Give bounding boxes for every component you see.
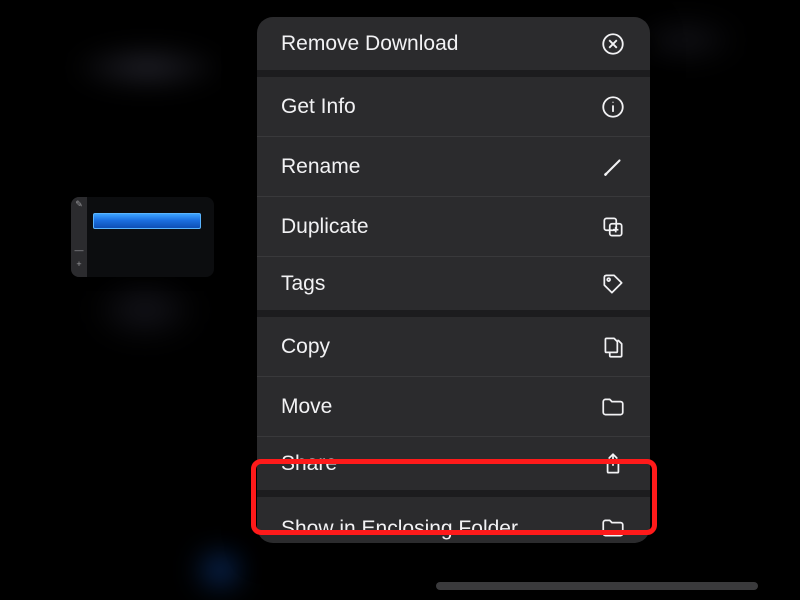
menu-item-show-enclosing-folder[interactable]: Show in Enclosing Folder (257, 497, 650, 543)
background-blur (90, 280, 200, 340)
menu-item-remove-download[interactable]: Remove Download (257, 17, 650, 77)
menu-item-label: Move (281, 395, 332, 419)
pencil-icon (600, 154, 626, 180)
menu-item-label: Share (281, 452, 337, 476)
context-menu: Remove Download Get Info Rename (257, 17, 650, 543)
file-thumbnail[interactable]: ✎ — + (71, 197, 214, 277)
thumbnail-marker: ✎ (71, 197, 87, 211)
thumbnail-marker: — (71, 243, 87, 257)
menu-item-label: Show in Enclosing Folder (281, 517, 518, 541)
remove-download-icon (600, 31, 626, 57)
info-icon (600, 94, 626, 120)
menu-item-share[interactable]: Share (257, 437, 650, 497)
menu-item-label: Duplicate (281, 215, 369, 239)
menu-item-label: Tags (281, 272, 325, 296)
duplicate-icon (600, 214, 626, 240)
audio-waveform-region (93, 213, 201, 229)
menu-item-get-info[interactable]: Get Info (257, 77, 650, 137)
menu-item-label: Get Info (281, 95, 356, 119)
menu-item-rename[interactable]: Rename (257, 137, 650, 197)
menu-item-label: Rename (281, 155, 360, 179)
menu-item-move[interactable]: Move (257, 377, 650, 437)
tag-icon (600, 271, 626, 297)
background-blur (70, 45, 225, 90)
menu-item-duplicate[interactable]: Duplicate (257, 197, 650, 257)
menu-item-label: Copy (281, 335, 330, 359)
thumbnail-toolbar: ✎ — + (71, 197, 87, 277)
menu-item-tags[interactable]: Tags (257, 257, 650, 317)
share-icon (600, 451, 626, 477)
copy-icon (600, 334, 626, 360)
folder-icon (600, 394, 626, 420)
background-blur (200, 555, 240, 585)
menu-item-copy[interactable]: Copy (257, 317, 650, 377)
menu-item-label: Remove Download (281, 32, 458, 56)
home-indicator[interactable] (436, 582, 758, 590)
folder-icon (600, 515, 626, 541)
thumbnail-marker: + (71, 257, 87, 271)
